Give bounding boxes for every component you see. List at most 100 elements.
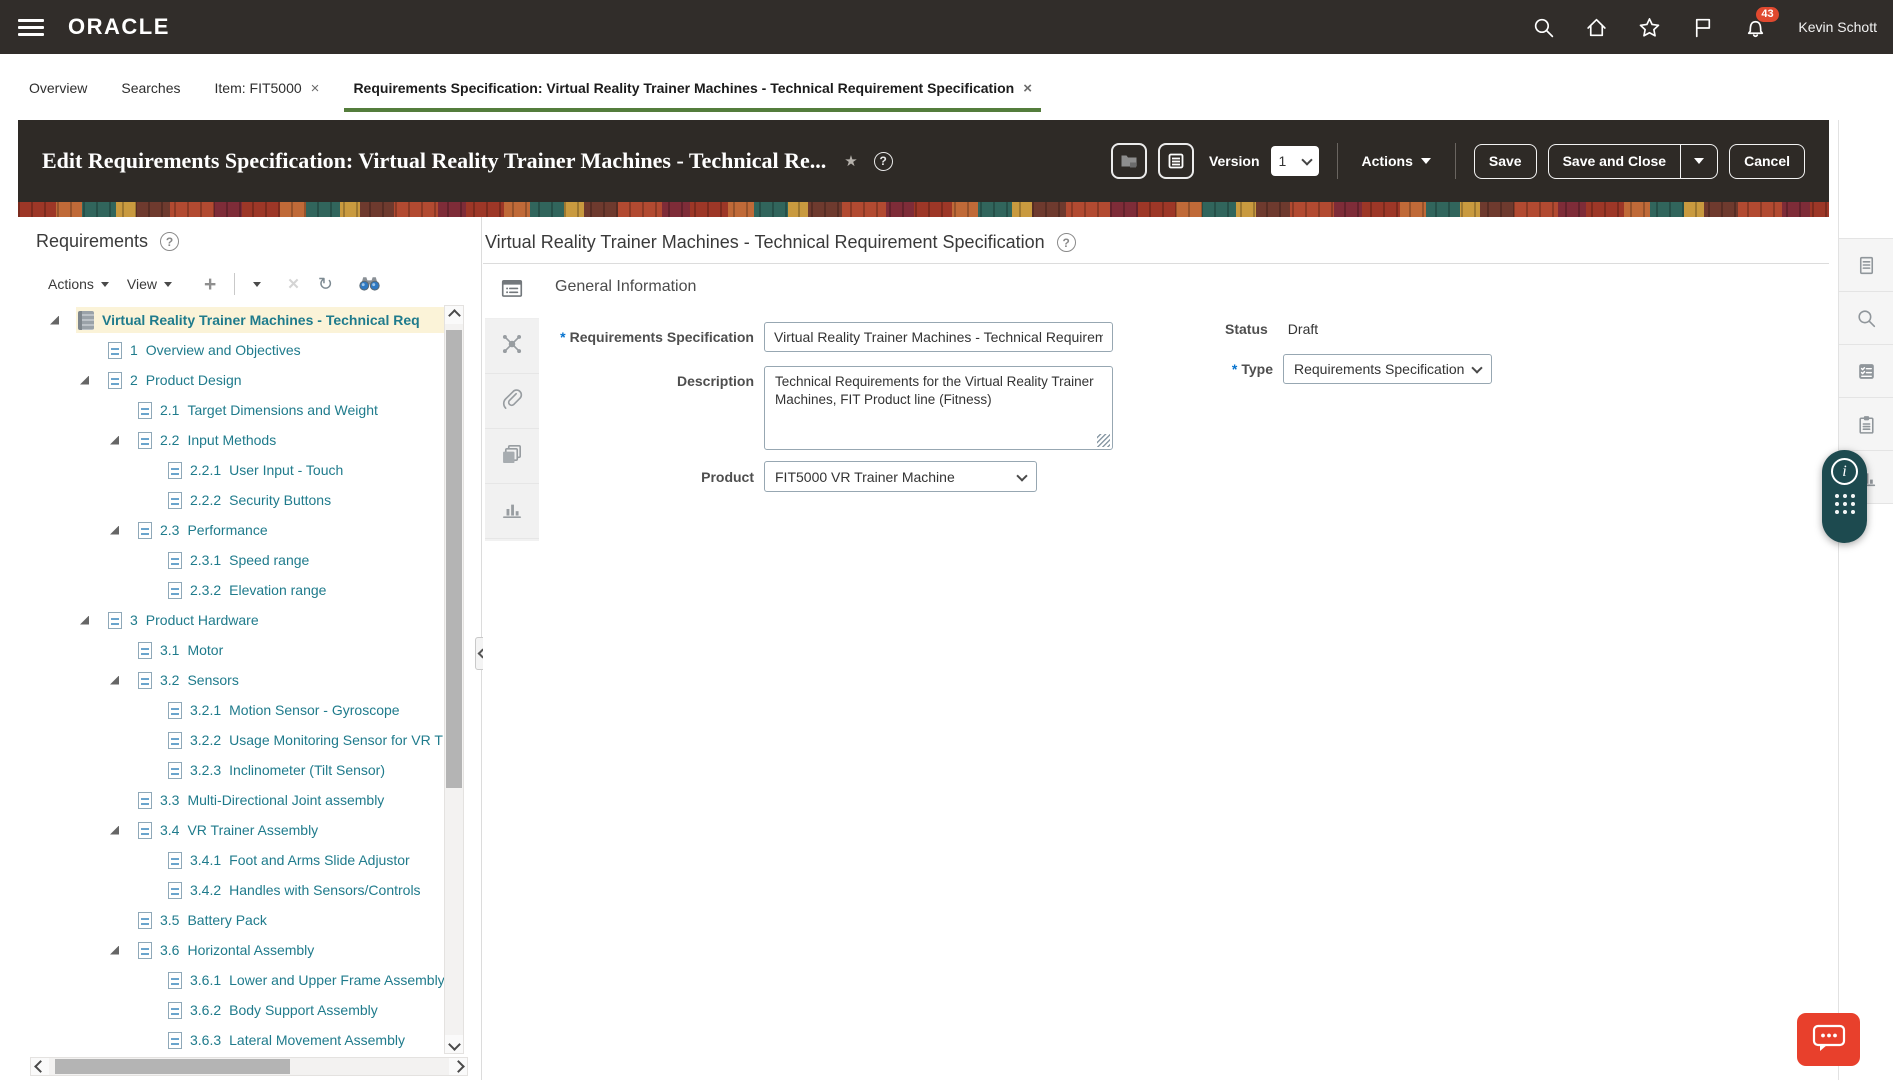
- tree-node[interactable]: 3.6Horizontal Assembly: [18, 935, 444, 965]
- tree-node[interactable]: 3.4VR Trainer Assembly: [18, 815, 444, 845]
- expand-toggle-icon[interactable]: [110, 946, 136, 955]
- tree-node-label: Inclinometer (Tilt Sensor): [229, 762, 385, 778]
- drag-dots-icon[interactable]: [1835, 494, 1855, 514]
- expand-toggle-icon[interactable]: [110, 436, 136, 445]
- requirements-panel-title: Requirements: [36, 231, 148, 252]
- tab-relationships[interactable]: [485, 319, 539, 374]
- help-icon[interactable]: ?: [1057, 233, 1076, 252]
- tree-actions-menu[interactable]: Actions: [48, 276, 109, 292]
- expand-toggle-icon[interactable]: [50, 316, 76, 325]
- tree-node[interactable]: 2.3.2Elevation range: [18, 575, 444, 605]
- tree-node[interactable]: 3.2.2Usage Monitoring Sensor for VR T: [18, 725, 444, 755]
- tree-node[interactable]: 3Product Hardware: [18, 605, 444, 635]
- side-search-icon[interactable]: [1839, 292, 1893, 345]
- tree-node[interactable]: 3.6.3Lateral Movement Assembly: [18, 1025, 444, 1054]
- help-icon[interactable]: ?: [874, 152, 893, 171]
- save-button[interactable]: Save: [1474, 144, 1537, 179]
- tab-overview[interactable]: Overview: [20, 54, 96, 112]
- tree-view-menu[interactable]: View: [127, 276, 172, 292]
- search-icon[interactable]: [1531, 15, 1555, 39]
- tree-node[interactable]: 3.6.1Lower and Upper Frame Assembly: [18, 965, 444, 995]
- find-icon[interactable]: [359, 274, 380, 294]
- tree-node[interactable]: 1Overview and Objectives: [18, 335, 444, 365]
- tree-node[interactable]: 3.3Multi-Directional Joint assembly: [18, 785, 444, 815]
- tab-searches[interactable]: Searches: [112, 54, 189, 112]
- chevron-down-icon: [1016, 470, 1027, 481]
- close-tab-icon[interactable]: ×: [311, 80, 320, 97]
- side-clipboard-icon[interactable]: [1839, 398, 1893, 451]
- favorites-icon[interactable]: [1637, 15, 1661, 39]
- tree-node-number: 3.2.3: [190, 762, 221, 778]
- tab-requirements-specification[interactable]: Requirements Specification: Virtual Real…: [344, 54, 1041, 112]
- scroll-left-icon[interactable]: [31, 1058, 49, 1075]
- help-icon[interactable]: ?: [160, 232, 179, 251]
- refresh-icon[interactable]: ↻: [318, 274, 333, 295]
- menu-icon[interactable]: [18, 19, 44, 36]
- add-icon[interactable]: +: [204, 274, 216, 295]
- expand-toggle-icon[interactable]: [110, 826, 136, 835]
- tree-node[interactable]: 3.2Sensors: [18, 665, 444, 695]
- actions-menu-button[interactable]: Actions: [1356, 153, 1437, 169]
- scroll-right-icon[interactable]: [449, 1058, 467, 1075]
- tree-node[interactable]: 2.2.2Security Buttons: [18, 485, 444, 515]
- flag-icon[interactable]: [1690, 15, 1714, 39]
- favorite-star-icon[interactable]: ★: [844, 152, 857, 170]
- expand-toggle-icon[interactable]: [110, 526, 136, 535]
- tree-node[interactable]: Virtual Reality Trainer Machines - Techn…: [18, 305, 444, 335]
- vertical-scroll-thumb[interactable]: [446, 330, 462, 788]
- save-and-close-dropdown-icon[interactable]: [1680, 145, 1717, 178]
- hierarchy-icon[interactable]: [1111, 143, 1147, 179]
- requirements-tree: Virtual Reality Trainer Machines - Techn…: [18, 305, 444, 1054]
- horizontal-scroll-thumb[interactable]: [55, 1059, 290, 1074]
- chat-button[interactable]: [1797, 1013, 1860, 1066]
- requirements-specification-input[interactable]: [764, 322, 1113, 352]
- type-select[interactable]: Requirements Specification: [1283, 354, 1492, 384]
- requirement-doc-icon: [168, 492, 182, 509]
- version-select[interactable]: 1: [1271, 146, 1319, 176]
- tree-node[interactable]: 3.4.2Handles with Sensors/Controls: [18, 875, 444, 905]
- type-label: *Type: [1195, 361, 1273, 377]
- user-menu[interactable]: Kevin Schott: [1798, 19, 1877, 35]
- expand-toggle-icon[interactable]: [110, 676, 136, 685]
- tab-item-fit5000[interactable]: Item: FIT5000 ×: [206, 54, 329, 112]
- notifications-icon[interactable]: 43: [1743, 15, 1767, 39]
- list-view-icon[interactable]: [1158, 143, 1194, 179]
- description-textarea[interactable]: Technical Requirements for the Virtual R…: [764, 366, 1113, 450]
- close-tab-icon[interactable]: ×: [1023, 80, 1032, 97]
- scroll-up-icon[interactable]: [445, 306, 463, 324]
- save-and-close-button[interactable]: Save and Close: [1549, 145, 1681, 178]
- tree-node[interactable]: 2.2Input Methods: [18, 425, 444, 455]
- tree-node-label: Security Buttons: [229, 492, 331, 508]
- decorative-banner-pattern: [18, 202, 1829, 217]
- tree-node[interactable]: 2Product Design: [18, 365, 444, 395]
- side-document-icon[interactable]: [1839, 238, 1893, 292]
- tree-node-label: Elevation range: [229, 582, 326, 598]
- tree-node[interactable]: 2.2.1User Input - Touch: [18, 455, 444, 485]
- tree-node[interactable]: 3.2.1Motion Sensor - Gyroscope: [18, 695, 444, 725]
- product-select[interactable]: FIT5000 VR Trainer Machine: [764, 461, 1037, 492]
- guided-learning-icon[interactable]: i: [1831, 458, 1858, 485]
- tab-general-information[interactable]: [485, 264, 539, 319]
- tab-metrics[interactable]: [485, 484, 539, 539]
- tree-node[interactable]: 3.6.2Body Support Assembly: [18, 995, 444, 1025]
- expand-toggle-icon[interactable]: [80, 376, 106, 385]
- expand-toggle-icon[interactable]: [80, 616, 106, 625]
- tree-node[interactable]: 3.1Motor: [18, 635, 444, 665]
- home-icon[interactable]: [1584, 15, 1608, 39]
- tree-node-number: 3.4.1: [190, 852, 221, 868]
- tree-node[interactable]: 2.3.1Speed range: [18, 545, 444, 575]
- tree-node[interactable]: 3.4.1Foot and Arms Slide Adjustor: [18, 845, 444, 875]
- tree-node[interactable]: 2.1Target Dimensions and Weight: [18, 395, 444, 425]
- tree-node[interactable]: 3.2.3 Inclinometer (Tilt Sensor): [18, 755, 444, 785]
- tree-horizontal-scrollbar[interactable]: [30, 1057, 468, 1076]
- tree-node[interactable]: 2.3Performance: [18, 515, 444, 545]
- add-menu-caret-icon[interactable]: [253, 282, 261, 287]
- side-checklist-icon[interactable]: [1839, 345, 1893, 398]
- tree-vertical-scrollbar[interactable]: [444, 305, 464, 1054]
- textarea-resize-grip[interactable]: [1097, 434, 1110, 447]
- scroll-down-icon[interactable]: [445, 1035, 463, 1053]
- tree-node[interactable]: 3.5Battery Pack: [18, 905, 444, 935]
- guided-learning-widget[interactable]: i: [1822, 450, 1867, 543]
- cancel-button[interactable]: Cancel: [1729, 144, 1805, 179]
- tree-node-label: Multi-Directional Joint assembly: [187, 792, 384, 808]
